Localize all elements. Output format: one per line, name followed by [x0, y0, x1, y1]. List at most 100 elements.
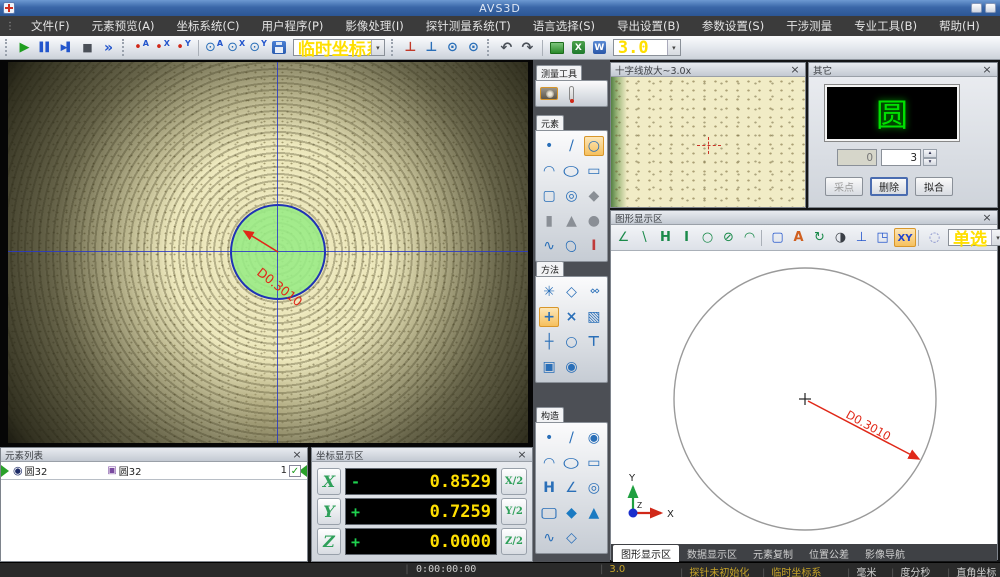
menu-item-7[interactable]: 导出设置(B): [606, 16, 691, 36]
tab-construct[interactable]: 构造: [536, 407, 564, 422]
undo-button[interactable]: ↶: [497, 38, 516, 58]
count-stepper[interactable]: ▴ ▾: [923, 149, 937, 166]
menu-item-10[interactable]: 专业工具(B): [843, 16, 928, 36]
element-name[interactable]: 圆32: [25, 463, 48, 478]
circle-tool[interactable]: ○: [584, 136, 604, 156]
axis-rotate-button-1[interactable]: ⊙: [443, 38, 462, 58]
menu-item-8[interactable]: 参数设置(S): [691, 16, 775, 36]
menu-item-3[interactable]: 用户程序(P): [250, 16, 334, 36]
circle-measure-icon[interactable]: ○: [698, 228, 717, 247]
coord-system-dropdown[interactable]: 临时坐标系 ▾: [293, 39, 385, 56]
stepper-up-icon[interactable]: ▴: [923, 149, 937, 158]
fit-button[interactable]: 拟合: [915, 177, 953, 196]
sphere-tool[interactable]: ●: [584, 211, 604, 231]
graphics-tab-1[interactable]: 数据显示区: [679, 545, 745, 563]
fit-selection-icon[interactable]: ▢: [768, 228, 787, 247]
plus-probe-tool[interactable]: ┼: [539, 332, 559, 352]
word-export-button[interactable]: W: [590, 38, 609, 58]
arc-measure-icon[interactable]: ◠: [740, 228, 759, 247]
plane-construct[interactable]: ◆: [561, 503, 581, 523]
minimize-button[interactable]: [971, 3, 982, 13]
rect-tool[interactable]: ▭: [584, 161, 604, 181]
rotate-view-icon[interactable]: ↻: [810, 228, 829, 247]
hdist-measure-icon[interactable]: H: [656, 228, 675, 247]
text-label-icon[interactable]: A: [789, 228, 808, 247]
zero-axis-y-button[interactable]: •Y: [174, 38, 193, 58]
zero-axis-x-button[interactable]: •X: [153, 38, 172, 58]
zoom-region-icon[interactable]: ◳: [873, 228, 892, 247]
axis-origin-button[interactable]: ⊥: [401, 38, 420, 58]
magnification-dropdown[interactable]: 3.0 ▾: [613, 39, 681, 56]
image-export-button[interactable]: [548, 38, 567, 58]
distance-construct[interactable]: H: [539, 478, 559, 498]
polyline-construct[interactable]: ∿: [539, 528, 559, 548]
coord-y-half-button[interactable]: Y/2: [501, 498, 527, 525]
slot-tool[interactable]: ▢: [539, 186, 559, 206]
axis-reference-button[interactable]: ⊥: [422, 38, 441, 58]
width-tool[interactable]: I: [584, 236, 604, 256]
circle-construct[interactable]: ◉: [584, 428, 604, 448]
ring-tool[interactable]: ◎: [561, 186, 581, 206]
camera-live-view[interactable]: D0.3010: [8, 62, 528, 443]
menu-item-2[interactable]: 坐标系统(C): [165, 16, 250, 36]
expand-left-icon[interactable]: [1, 465, 9, 477]
cylinder-tool[interactable]: ▮: [539, 211, 559, 231]
point-tool[interactable]: •: [539, 136, 559, 156]
close-icon[interactable]: ×: [516, 448, 528, 461]
tab-measure-tools[interactable]: 测量工具: [536, 65, 582, 80]
point-construct[interactable]: •: [539, 428, 559, 448]
stop-button[interactable]: ■: [78, 38, 97, 58]
menu-item-11[interactable]: 帮助(H): [928, 16, 991, 36]
probe-tool[interactable]: ⊤: [584, 332, 604, 352]
closed-curve-tool[interactable]: ○: [561, 233, 583, 259]
xy-view-button[interactable]: XY: [894, 228, 916, 247]
visibility-icon[interactable]: ◑: [831, 228, 850, 247]
vdist-measure-icon[interactable]: I: [677, 228, 696, 247]
edge-point-tool[interactable]: ×: [561, 307, 581, 327]
close-icon[interactable]: ×: [789, 63, 801, 76]
goto-axis-y-button[interactable]: ⊙Y: [248, 38, 268, 58]
angle-construct[interactable]: ∠: [561, 478, 581, 498]
coord-x-button[interactable]: X: [317, 468, 341, 495]
stepper-down-icon[interactable]: ▾: [923, 158, 937, 167]
diamond-scan-tool[interactable]: ◇: [561, 282, 581, 302]
origin-axis-icon[interactable]: ⊥: [852, 228, 871, 247]
rect-construct[interactable]: ▭: [584, 453, 604, 473]
line-measure-icon[interactable]: \: [635, 228, 654, 247]
cone-tool[interactable]: ▲: [561, 211, 581, 231]
ellipse-construct[interactable]: ○: [557, 453, 585, 473]
menu-item-9[interactable]: 干涉测量: [775, 16, 843, 36]
target-count-field[interactable]: 3: [881, 149, 921, 166]
region-sample-tool[interactable]: ▣: [539, 357, 559, 377]
excel-export-button[interactable]: X: [569, 38, 588, 58]
graphics-tab-2[interactable]: 元素复制: [745, 545, 801, 563]
curve-tool[interactable]: ∿: [539, 236, 559, 256]
delete-button[interactable]: 删除: [870, 177, 908, 196]
element-name[interactable]: 圆32: [119, 463, 142, 478]
graphics-tab-4[interactable]: 影像导航: [857, 545, 913, 563]
star-scan-tool[interactable]: ✳: [539, 282, 559, 302]
crosshair-pick-tool[interactable]: +: [539, 307, 559, 327]
menu-item-4[interactable]: 影像处理(I): [334, 16, 414, 36]
diameter-measure-icon[interactable]: ⊘: [719, 228, 738, 247]
tab-elements[interactable]: 元素: [536, 115, 564, 130]
gear-icon[interactable]: ◌: [925, 228, 944, 247]
diamond-pair-tool[interactable]: ⋄⋄: [584, 282, 604, 302]
pause-button[interactable]: ▌▌: [36, 38, 55, 58]
close-icon[interactable]: ×: [981, 211, 993, 224]
zero-axis-a-button[interactable]: •A: [132, 38, 151, 58]
diamond-tool[interactable]: ◆: [584, 186, 604, 206]
step-button[interactable]: ▶▌: [57, 38, 76, 58]
menu-item-0[interactable]: 文件(F): [20, 16, 81, 36]
angle-measure-icon[interactable]: ∠: [614, 228, 633, 247]
coord-z-button[interactable]: Z: [317, 528, 341, 555]
ring-construct[interactable]: ◎: [584, 478, 604, 498]
close-icon[interactable]: ×: [291, 448, 303, 461]
tab-methods[interactable]: 方法: [536, 261, 564, 276]
line-tool[interactable]: /: [561, 136, 581, 156]
fast-forward-button[interactable]: »: [99, 38, 118, 58]
select-mode-dropdown[interactable]: 单选 ▾: [948, 229, 1000, 246]
goto-axis-x-button[interactable]: ⊙X: [226, 38, 246, 58]
graphics-tab-0[interactable]: 图形显示区: [613, 545, 679, 563]
redo-button[interactable]: ↷: [518, 38, 537, 58]
